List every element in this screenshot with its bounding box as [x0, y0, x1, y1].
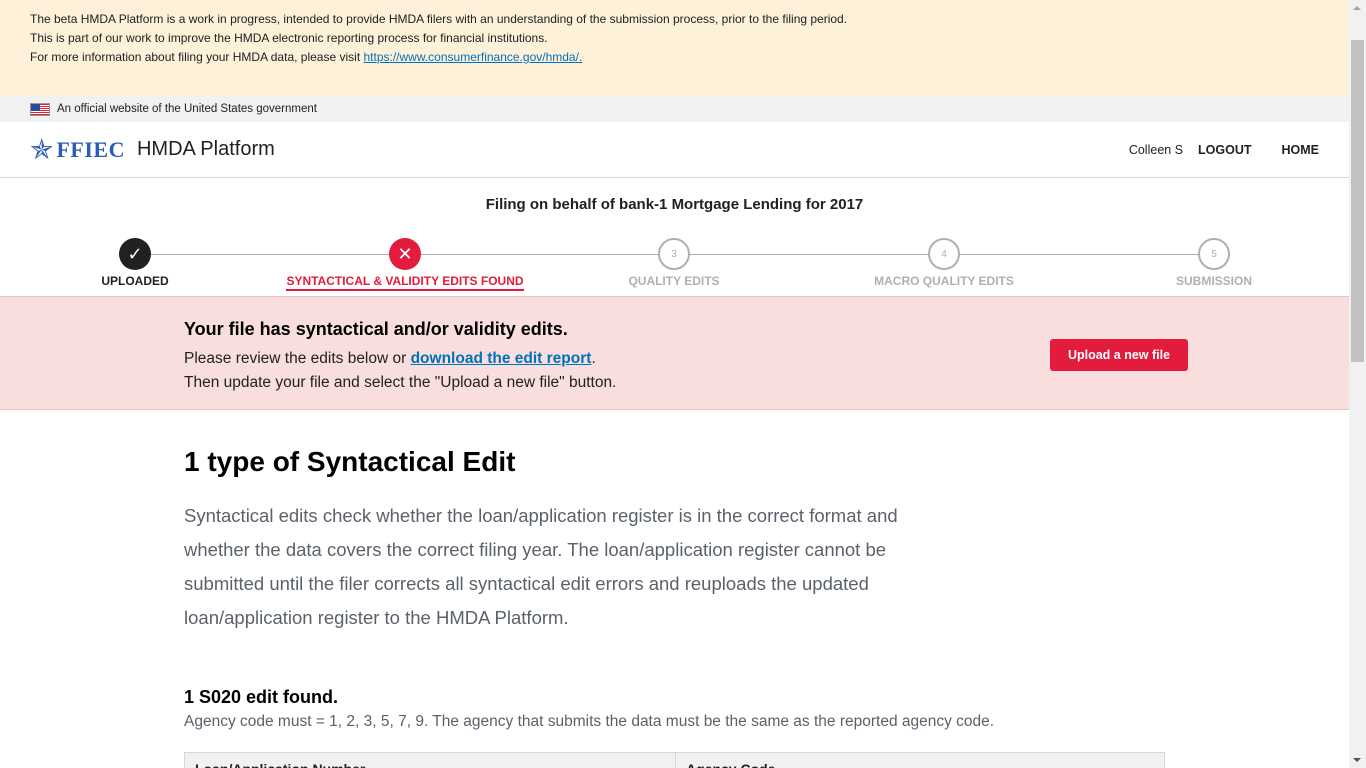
home-link[interactable]: HOME	[1282, 143, 1320, 157]
step-quality-label: QUALITY EDITS	[628, 274, 720, 288]
step-number-5: 5	[1198, 238, 1230, 270]
edit-table: Loan/Application Number Agency Code	[184, 752, 1165, 768]
step-number-4: 4	[928, 238, 960, 270]
alert-body-line-2: Then update your file and select the "Up…	[184, 374, 617, 391]
scroll-up-icon[interactable]	[1353, 6, 1361, 10]
edit-title: 1 S020 edit found.	[184, 687, 339, 707]
beta-banner: The beta HMDA Platform is a work in prog…	[0, 0, 1349, 96]
beta-banner-line-1: The beta HMDA Platform is a work in prog…	[30, 12, 848, 26]
beta-banner-line-3: For more information about filing your H…	[30, 48, 1319, 67]
alert-body-text: Please review the edits below or	[184, 350, 411, 367]
step-submission-label: SUBMISSION	[1175, 274, 1252, 288]
step-syntactical-validity-label[interactable]: SYNTACTICAL & VALIDITY EDITS FOUND	[286, 274, 524, 291]
step-syntactical-validity[interactable]: ✕ SYNTACTICAL & VALIDITY EDITS FOUND	[270, 238, 540, 291]
user-name: Colleen S	[1128, 143, 1184, 157]
logout-link[interactable]: LOGOUT	[1198, 143, 1251, 157]
filing-title: Filing on behalf of bank-1 Mortgage Lend…	[485, 196, 864, 213]
beta-banner-line-3-text: For more information about filing your H…	[30, 50, 364, 64]
us-flag-icon	[30, 102, 50, 116]
ffiec-logo-link[interactable]: ✯ FFIEC	[30, 133, 125, 165]
ffiec-logo-text: FFIEC	[56, 136, 125, 162]
alert-heading: Your file has syntactical and/or validit…	[184, 319, 568, 339]
gov-banner: An official website of the United States…	[0, 96, 1349, 122]
beta-banner-line-2: This is part of our work to improve the …	[30, 31, 548, 45]
gov-banner-text: An official website of the United States…	[57, 103, 317, 115]
syntactical-description: Syntactical edits check whether the loan…	[184, 505, 898, 628]
step-uploaded: ✓ UPLOADED	[0, 238, 270, 290]
star-icon: ✯	[30, 133, 54, 165]
step-submission: 5 SUBMISSION	[1079, 238, 1349, 290]
table-header-agency-code: Agency Code	[676, 753, 1164, 768]
step-macro-quality: 4 MACRO QUALITY EDITS	[809, 238, 1079, 290]
platform-title: HMDA Platform	[136, 138, 275, 160]
alert-body-line-1: Please review the edits below or downloa…	[184, 347, 616, 371]
check-icon: ✓	[119, 238, 151, 270]
consumerfinance-link[interactable]: https://www.consumerfinance.gov/hmda/.	[363, 50, 582, 64]
download-edit-report-link[interactable]: download the edit report	[411, 350, 592, 367]
alert-body-period: .	[591, 350, 596, 367]
page-heading: 1 type of Syntactical Edit	[184, 446, 516, 477]
step-macro-quality-label: MACRO QUALITY EDITS	[874, 274, 1014, 288]
edit-description: Agency code must = 1, 2, 3, 5, 7, 9. The…	[184, 713, 995, 730]
step-quality: 3 QUALITY EDITS	[539, 238, 809, 290]
vertical-scrollbar[interactable]	[1349, 0, 1366, 768]
header-nav: Colleen S LOGOUT HOME	[1129, 122, 1319, 178]
table-header-loan-number: Loan/Application Number	[185, 753, 676, 768]
scrollbar-thumb[interactable]	[1351, 40, 1364, 362]
site-header: ✯ FFIEC HMDA Platform Colleen S LOGOUT H…	[0, 122, 1349, 178]
edits-alert: Your file has syntactical and/or validit…	[0, 296, 1349, 410]
step-uploaded-label: UPLOADED	[101, 274, 169, 288]
error-x-icon: ✕	[389, 238, 421, 270]
step-number-3: 3	[658, 238, 690, 270]
upload-new-file-button[interactable]: Upload a new file	[1050, 339, 1188, 371]
alert-body: Please review the edits below or downloa…	[184, 347, 616, 395]
scroll-down-icon[interactable]	[1353, 758, 1361, 762]
progress-steps: ✓ UPLOADED ✕ SYNTACTICAL & VALIDITY EDIT…	[0, 238, 1349, 296]
